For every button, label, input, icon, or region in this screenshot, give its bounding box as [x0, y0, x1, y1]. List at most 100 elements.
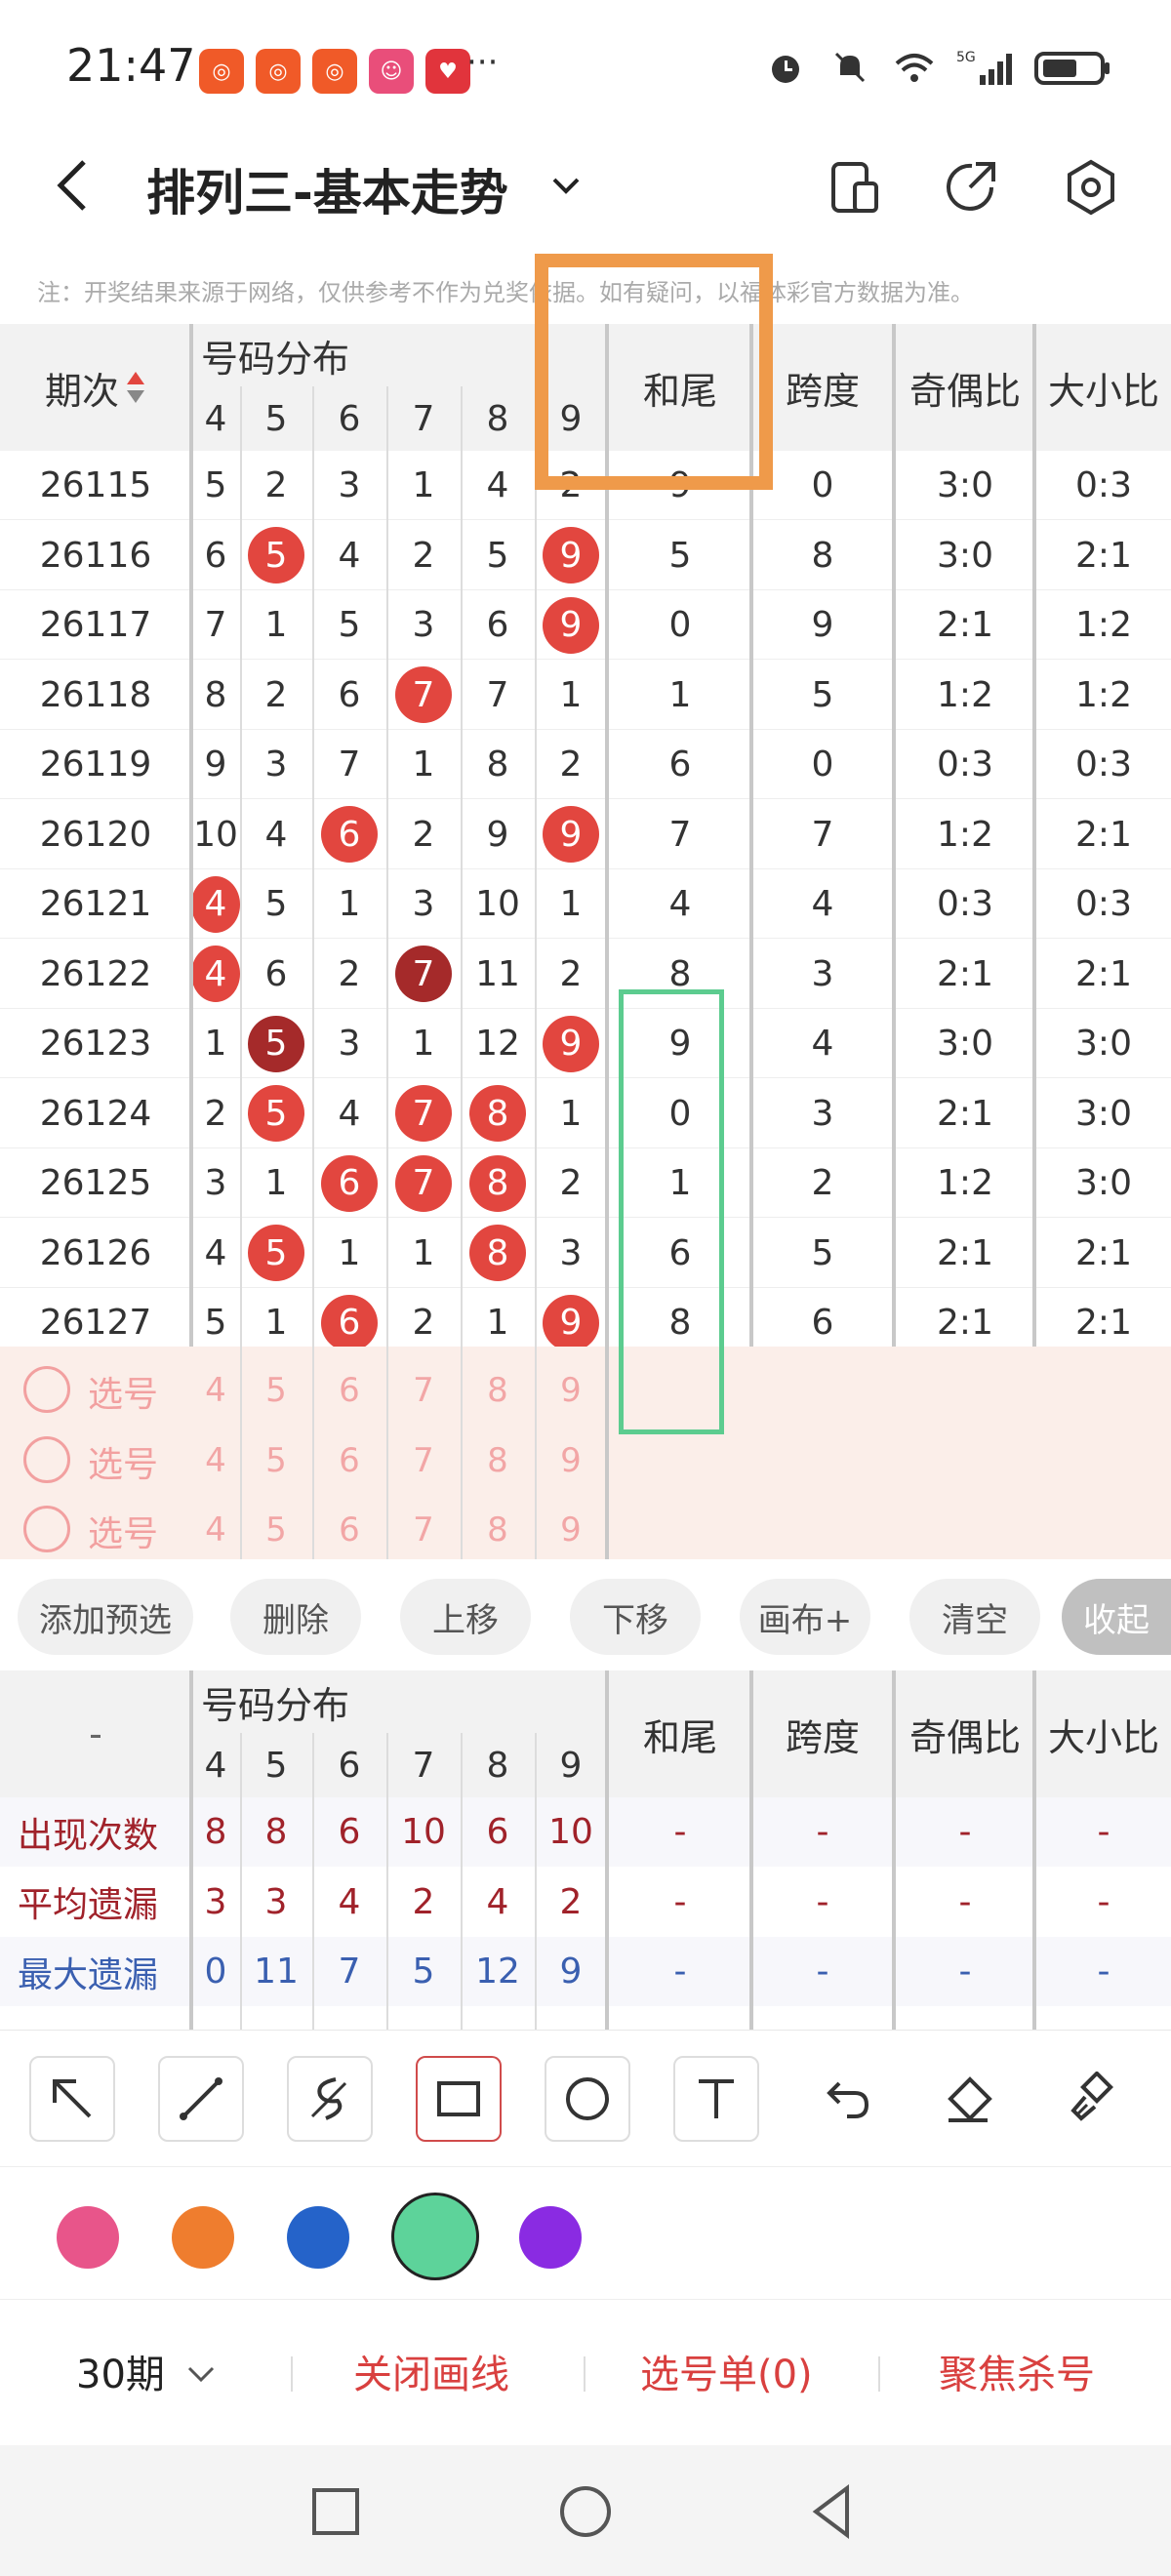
pick-label[interactable]: 选号	[88, 1506, 158, 1556]
grid-line	[892, 324, 896, 1347]
line-tool-icon[interactable]	[158, 2056, 244, 2142]
close-draw-button[interactable]: 关闭画线	[353, 2343, 509, 2399]
jiou-cell: 1:2	[937, 1163, 993, 1203]
pick-digit[interactable]: 9	[542, 1436, 600, 1485]
eraser-icon[interactable]	[925, 2056, 1011, 2142]
home-icon[interactable]	[554, 2480, 617, 2543]
digit-cell: 12	[475, 1024, 520, 1064]
digit-cell: 3	[264, 745, 288, 785]
pick-label[interactable]: 选号	[88, 1366, 158, 1417]
column-header[interactable]: 奇偶比	[894, 324, 1036, 451]
text-tool-icon[interactable]	[673, 2056, 759, 2142]
pick-digit[interactable]: 9	[542, 1366, 600, 1415]
digit-cell: 6	[312, 800, 386, 869]
period-count-select[interactable]: 30期	[76, 2343, 219, 2399]
table-row: 26119 9 3 7 1 8 2 6 0 0:3 0:3	[0, 730, 1171, 799]
color-swatch-blue[interactable]	[287, 2206, 349, 2269]
page-title[interactable]: 排列三-基本走势	[146, 154, 508, 224]
daxiao-cell: 0:3	[1075, 884, 1132, 924]
table-row: 26122 4 6 2 7 11 2 8 3 2:1 2:1	[0, 940, 1171, 1009]
table-row: 26120 10 4 6 2 9 9 7 7 1:2 2:1	[0, 800, 1171, 869]
pick-radio[interactable]	[23, 1506, 70, 1552]
color-swatch-pink[interactable]	[57, 2206, 119, 2269]
pick-label[interactable]: 选号	[88, 1436, 158, 1487]
pick-digit[interactable]: 8	[468, 1366, 527, 1415]
digit-cell: 2	[412, 535, 435, 576]
pick-digit[interactable]: 5	[247, 1506, 305, 1554]
phone-layout-icon[interactable]	[826, 158, 884, 217]
digit-cell: 2	[338, 953, 361, 994]
color-swatch-purple[interactable]	[519, 2206, 582, 2269]
pick-digit[interactable]: 6	[320, 1436, 379, 1485]
pick-digit[interactable]: 7	[394, 1436, 453, 1485]
back-icon[interactable]	[47, 154, 105, 217]
pick-digit[interactable]: 6	[320, 1366, 379, 1415]
arrow-tool-icon[interactable]	[29, 2056, 115, 2142]
hewei-cell: 6	[668, 745, 692, 785]
stats-digit-header: 7	[412, 1745, 435, 1786]
digit-cell: 2	[264, 465, 288, 505]
digit-cell: 3	[338, 465, 361, 505]
add-preselect-button[interactable]: 添加预选	[18, 1579, 193, 1655]
pick-digit[interactable]: 6	[320, 1506, 379, 1554]
grid-line	[1032, 324, 1036, 1347]
pick-digit[interactable]: 5	[247, 1366, 305, 1415]
digit-cell: 5	[338, 605, 361, 645]
period-header[interactable]: 期次	[0, 324, 191, 451]
focus-kill-button[interactable]: 聚焦杀号	[939, 2343, 1095, 2399]
pick-digit[interactable]: 8	[468, 1436, 527, 1485]
column-header[interactable]: 大小比	[1036, 324, 1171, 451]
digit-cell: 8	[461, 1219, 535, 1288]
wifi-icon	[892, 45, 937, 90]
grid-line	[1032, 1670, 1036, 2030]
circle-tool-icon[interactable]	[545, 2056, 630, 2142]
pick-list-button[interactable]: 选号单(0)	[640, 2343, 813, 2399]
recent-apps-icon[interactable]	[304, 2480, 367, 2543]
clear-button[interactable]: 清空	[909, 1579, 1040, 1655]
canvas-add-button[interactable]: 画布+	[740, 1579, 870, 1655]
stats-dash: -	[816, 1952, 829, 1992]
share-icon[interactable]	[943, 158, 1001, 217]
daxiao-cell: 0:3	[1075, 465, 1132, 505]
pick-digit[interactable]: 4	[186, 1506, 245, 1554]
freehand-tool-icon[interactable]	[287, 2056, 373, 2142]
digit-cell: 4	[191, 940, 240, 1009]
drawn-number-ball: 9	[543, 596, 599, 654]
color-swatch-green-selected[interactable]	[391, 2193, 479, 2280]
pick-radio[interactable]	[23, 1366, 70, 1413]
brush-clear-icon[interactable]	[1050, 2056, 1136, 2142]
digit-cell: 1	[264, 605, 288, 645]
pick-digit[interactable]: 9	[542, 1506, 600, 1554]
digit-cell: 1	[338, 1232, 361, 1273]
pick-digit[interactable]: 7	[394, 1506, 453, 1554]
drawn-number-ball: 5	[248, 1085, 304, 1142]
undo-icon[interactable]	[802, 2056, 888, 2142]
chevron-down-icon[interactable]	[546, 166, 586, 205]
digit-cell: 5	[240, 521, 312, 590]
delete-button[interactable]: 删除	[230, 1579, 361, 1655]
stats-column-header: 奇偶比	[909, 1715, 1021, 1759]
settings-icon[interactable]	[1062, 158, 1120, 217]
pick-digit[interactable]: 8	[468, 1506, 527, 1554]
pick-digit[interactable]: 4	[186, 1366, 245, 1415]
pick-digit[interactable]: 4	[186, 1436, 245, 1485]
period-cell: 26121	[39, 884, 152, 924]
color-swatch-orange[interactable]	[172, 2206, 234, 2269]
table-row: 26125 3 1 6 7 8 2 1 2 1:2 3:0	[0, 1148, 1171, 1218]
digit-cell: 6	[312, 1148, 386, 1218]
drawn-number-ball: 8	[469, 1154, 526, 1212]
digit-cell: 8	[486, 745, 509, 785]
stats-column-header: 跨度	[785, 1715, 860, 1759]
collapse-button[interactable]: 收起	[1062, 1579, 1171, 1655]
back-nav-icon[interactable]	[802, 2480, 865, 2543]
rectangle-tool-icon[interactable]	[416, 2056, 502, 2142]
stats-dash: -	[1097, 1812, 1110, 1852]
pick-digit[interactable]: 7	[394, 1366, 453, 1415]
stats-dash: -	[958, 1952, 972, 1992]
move-down-button[interactable]: 下移	[570, 1579, 701, 1655]
pick-digit[interactable]: 5	[247, 1436, 305, 1485]
grid-line	[461, 1733, 463, 2030]
move-up-button[interactable]: 上移	[400, 1579, 531, 1655]
stats-value: 5	[412, 1952, 435, 1992]
pick-radio[interactable]	[23, 1435, 70, 1483]
